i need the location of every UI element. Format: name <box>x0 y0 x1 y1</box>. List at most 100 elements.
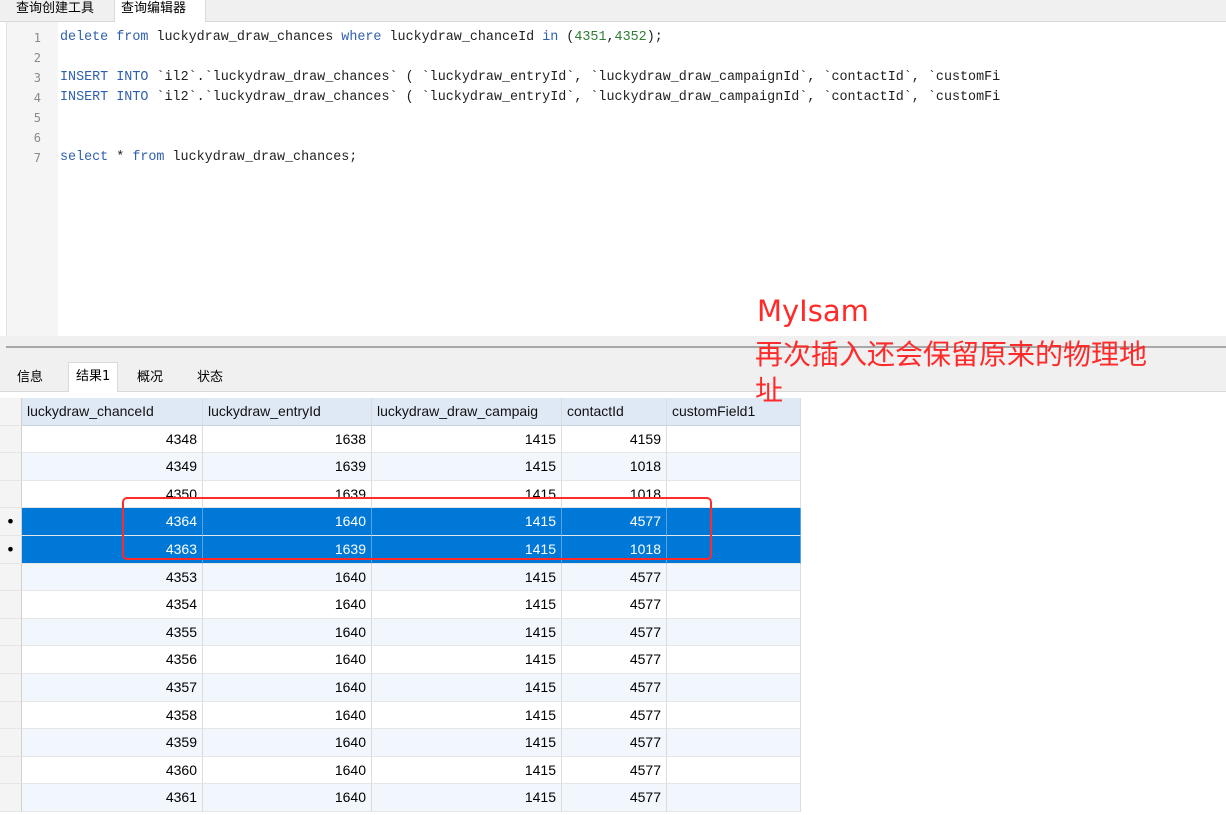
tab-result1[interactable]: 结果1 <box>68 362 119 392</box>
cell-entryid[interactable]: 1640 <box>203 646 372 674</box>
cell-campaignid[interactable]: 1415 <box>372 453 562 481</box>
cell-campaignid[interactable]: 1415 <box>372 673 562 702</box>
row-indicator[interactable] <box>0 673 22 702</box>
cell-contactid[interactable]: 1018 <box>562 453 667 481</box>
cell-customfield1[interactable] <box>667 563 801 592</box>
row-indicator[interactable] <box>0 591 22 619</box>
row-indicator[interactable]: • <box>0 508 22 536</box>
cell-entryid[interactable]: 1640 <box>203 618 372 647</box>
cell-contactid[interactable]: 4577 <box>562 784 667 812</box>
cell-customfield1[interactable] <box>667 425 801 454</box>
cell-customfield1[interactable] <box>667 729 801 757</box>
cell-entryid[interactable]: 1638 <box>203 425 372 454</box>
cell-chanceid[interactable]: 4355 <box>22 618 203 647</box>
cell-entryid[interactable]: 1640 <box>203 591 372 619</box>
row-indicator[interactable] <box>0 453 22 481</box>
row-indicator[interactable] <box>0 646 22 674</box>
row-indicator[interactable] <box>0 729 22 757</box>
cell-entryid[interactable]: 1640 <box>203 729 372 757</box>
column-header-contactid[interactable]: contactId <box>562 398 667 426</box>
tab-query-builder[interactable]: 查询创建工具 <box>10 0 114 22</box>
row-indicator[interactable]: • <box>0 535 22 564</box>
cell-customfield1[interactable] <box>667 784 801 812</box>
cell-customfield1[interactable] <box>667 591 801 619</box>
table-row[interactable]: 4356 1640 1415 4577 <box>0 646 801 674</box>
cell-campaignid[interactable]: 1415 <box>372 646 562 674</box>
table-row[interactable]: 4361 1640 1415 4577 <box>0 784 801 812</box>
row-indicator[interactable] <box>0 425 22 454</box>
cell-campaignid[interactable]: 1415 <box>372 591 562 619</box>
row-indicator[interactable] <box>0 784 22 812</box>
cell-chanceid[interactable]: 4353 <box>22 563 203 592</box>
tab-query-editor[interactable]: 查询编辑器 <box>114 0 206 22</box>
cell-customfield1[interactable] <box>667 618 801 647</box>
row-indicator[interactable] <box>0 480 22 509</box>
cell-entryid[interactable]: 1640 <box>203 756 372 785</box>
row-indicator[interactable] <box>0 618 22 647</box>
highlight-box <box>122 497 712 560</box>
sql-keyword: INTO <box>116 90 149 105</box>
cell-campaignid[interactable]: 1415 <box>372 425 562 454</box>
annotation-line-1: 再次插入还会保留原来的物理地 <box>755 338 1148 371</box>
cell-entryid[interactable]: 1640 <box>203 784 372 812</box>
cell-contactid[interactable]: 4577 <box>562 563 667 592</box>
cell-entryid[interactable]: 1640 <box>203 701 372 730</box>
cell-customfield1[interactable] <box>667 453 801 481</box>
cell-chanceid[interactable]: 4359 <box>22 729 203 757</box>
row-indicator[interactable] <box>0 563 22 592</box>
column-header-chanceid[interactable]: luckydraw_chanceId <box>22 398 203 426</box>
code-line: INSERT INTO `il2`.`luckydraw_draw_chance… <box>60 68 1000 88</box>
cell-entryid[interactable]: 1640 <box>203 673 372 702</box>
table-row[interactable]: 4359 1640 1415 4577 <box>0 729 801 757</box>
cell-contactid[interactable]: 4577 <box>562 646 667 674</box>
cell-chanceid[interactable]: 4349 <box>22 453 203 481</box>
cell-campaignid[interactable]: 1415 <box>372 618 562 647</box>
cell-chanceid[interactable]: 4356 <box>22 646 203 674</box>
cell-contactid[interactable]: 4577 <box>562 673 667 702</box>
tab-status[interactable]: 状态 <box>190 364 230 392</box>
cell-contactid[interactable]: 4577 <box>562 701 667 730</box>
cell-chanceid[interactable]: 4357 <box>22 673 203 702</box>
cell-entryid[interactable]: 1640 <box>203 563 372 592</box>
cell-campaignid[interactable]: 1415 <box>372 701 562 730</box>
table-row[interactable]: 4349 1639 1415 1018 <box>0 453 801 481</box>
row-indicator[interactable] <box>0 756 22 785</box>
cell-contactid[interactable]: 4577 <box>562 618 667 647</box>
column-header-entryid[interactable]: luckydraw_entryId <box>203 398 372 426</box>
table-row[interactable]: 4360 1640 1415 4577 <box>0 756 801 785</box>
sql-editor[interactable]: 1 2 3 4 5 6 7 delete from luckydraw_draw_chanc… <box>6 22 1226 336</box>
cell-campaignid[interactable]: 1415 <box>372 756 562 785</box>
cell-contactid[interactable]: 4577 <box>562 756 667 785</box>
cell-chanceid[interactable]: 4361 <box>22 784 203 812</box>
table-row[interactable]: 4348 1638 1415 4159 <box>0 425 801 454</box>
table-row[interactable]: 4353 1640 1415 4577 <box>0 563 801 592</box>
cell-customfield1[interactable] <box>667 701 801 730</box>
line-number: 7 <box>33 151 41 165</box>
cell-campaignid[interactable]: 1415 <box>372 563 562 592</box>
tab-profile[interactable]: 概况 <box>130 364 170 392</box>
table-row[interactable]: 4358 1640 1415 4577 <box>0 701 801 730</box>
cell-chanceid[interactable]: 4360 <box>22 756 203 785</box>
cell-entryid[interactable]: 1639 <box>203 453 372 481</box>
annotation-line-2: 址 <box>755 374 784 407</box>
table-row[interactable]: 4355 1640 1415 4577 <box>0 618 801 647</box>
cell-chanceid[interactable]: 4348 <box>22 425 203 454</box>
cell-campaignid[interactable]: 1415 <box>372 729 562 757</box>
cell-contactid[interactable]: 4159 <box>562 425 667 454</box>
cell-contactid[interactable]: 4577 <box>562 591 667 619</box>
table-row[interactable]: 4357 1640 1415 4577 <box>0 673 801 702</box>
cell-customfield1[interactable] <box>667 646 801 674</box>
cell-contactid[interactable]: 4577 <box>562 729 667 757</box>
tab-info[interactable]: 信息 <box>10 364 50 392</box>
table-row[interactable]: 4354 1640 1415 4577 <box>0 591 801 619</box>
cell-customfield1[interactable] <box>667 756 801 785</box>
cell-campaignid[interactable]: 1415 <box>372 784 562 812</box>
result-grid[interactable]: luckydraw_chanceId luckydraw_entryId luc… <box>0 398 801 812</box>
cell-customfield1[interactable] <box>667 673 801 702</box>
sql-keyword: INSERT <box>60 70 109 85</box>
row-indicator[interactable] <box>0 701 22 730</box>
cell-chanceid[interactable]: 4354 <box>22 591 203 619</box>
cell-chanceid[interactable]: 4358 <box>22 701 203 730</box>
header-corner <box>0 398 22 426</box>
column-header-campaignid[interactable]: luckydraw_draw_campaig <box>372 398 562 426</box>
